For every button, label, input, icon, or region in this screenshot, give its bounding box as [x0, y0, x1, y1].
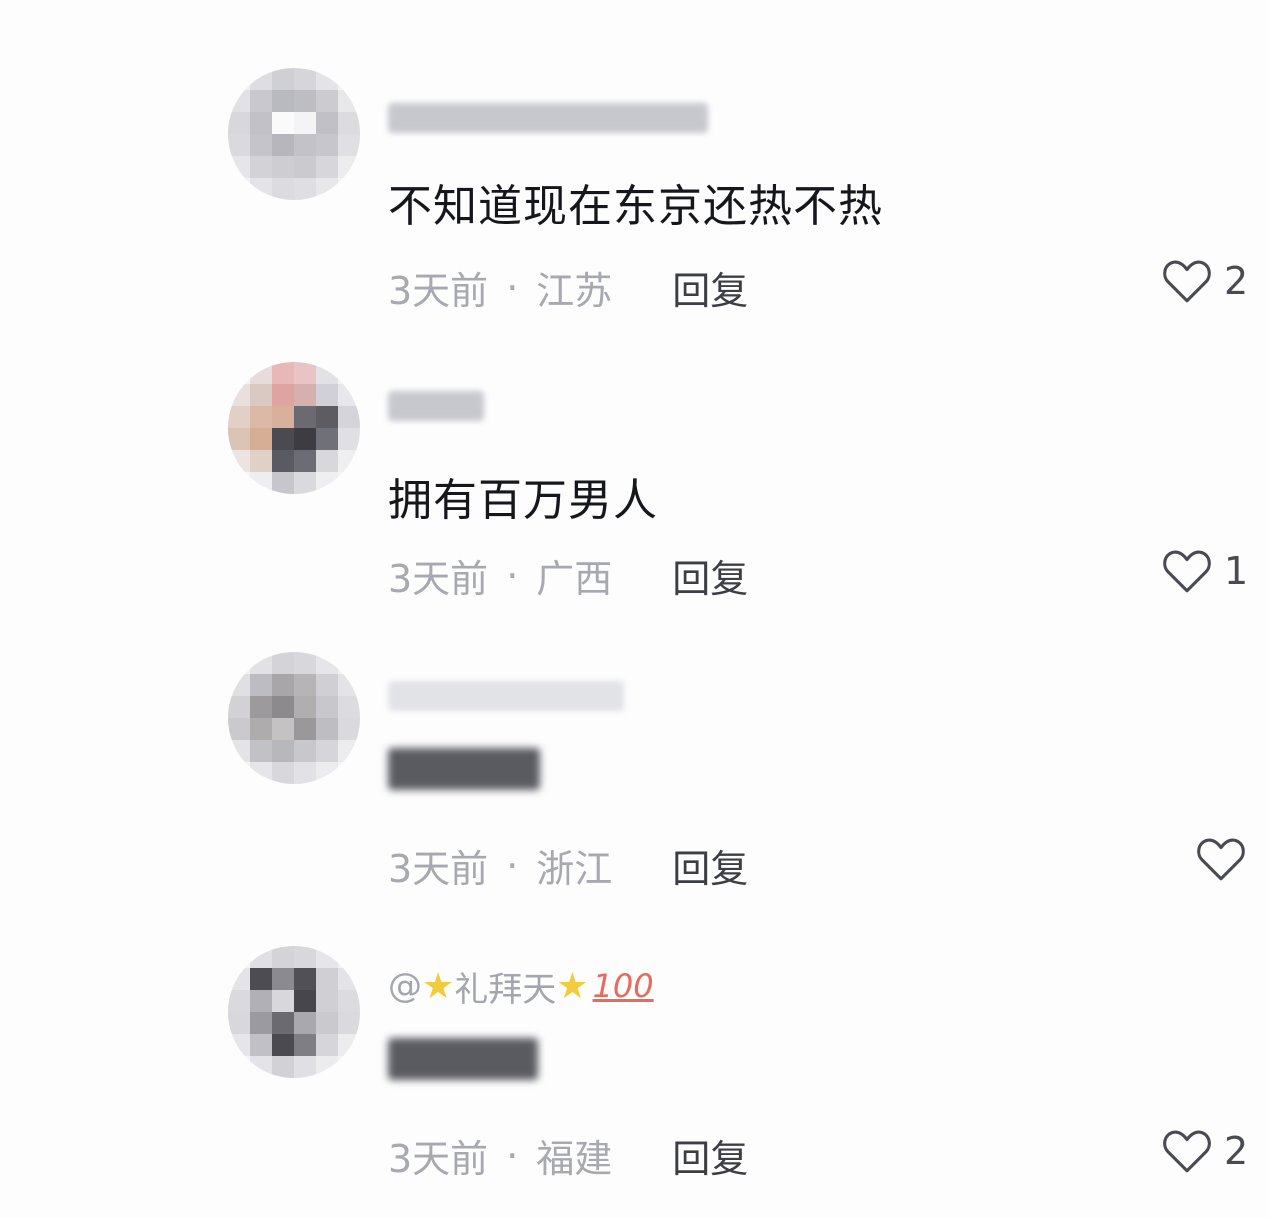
username-redacted [388, 391, 484, 421]
separator: · [506, 1133, 519, 1178]
username[interactable] [388, 386, 484, 426]
reply-button[interactable]: 回复 [672, 1128, 748, 1183]
username[interactable] [388, 676, 624, 716]
avatar[interactable] [228, 362, 360, 494]
avatar[interactable] [228, 946, 360, 1078]
star-emoji-icon: ★ [422, 965, 455, 1007]
location: 福建 [536, 1137, 613, 1181]
comment-item: 不知道现在东京还热不热 3天前 · 江苏 回复 2 [0, 0, 1268, 313]
comment-item: 拥有百万男人 3天前 · 广西 回复 1 [0, 290, 1268, 601]
comment-item: @ ★ 礼拜天 ★ 100 3天前 · 福建 回复 2 [0, 870, 1268, 1181]
comment-text: 拥有百万男人 [388, 475, 658, 526]
like-button[interactable]: 2 [1162, 1128, 1248, 1174]
avatar[interactable] [228, 652, 360, 784]
username-redacted [388, 681, 624, 711]
comment-text-redacted [388, 748, 540, 790]
comment-text: 不知道现在东京还热不热 [388, 181, 883, 232]
star-emoji-icon: ★ [556, 965, 589, 1007]
username-redacted [388, 103, 708, 133]
avatar[interactable] [228, 68, 360, 200]
username[interactable]: @ ★ 礼拜天 ★ 100 [388, 965, 654, 1010]
comment-text [388, 1038, 538, 1091]
timestamp: 3天前 [388, 1137, 489, 1181]
comment-text [388, 748, 540, 801]
heart-outline-icon [1163, 1130, 1211, 1173]
comment-meta: 3天前 · 福建 回复 [388, 1128, 748, 1183]
hundred-points-emoji-icon: 100 [592, 967, 654, 1005]
username-prefix: @ [388, 966, 422, 1006]
username[interactable] [388, 98, 708, 138]
like-count: 2 [1224, 1129, 1249, 1173]
comment-item: 3天前 · 浙江 回复 [0, 580, 1268, 891]
username-name: 礼拜天 [454, 969, 557, 1010]
comment-text-redacted [388, 1038, 538, 1080]
